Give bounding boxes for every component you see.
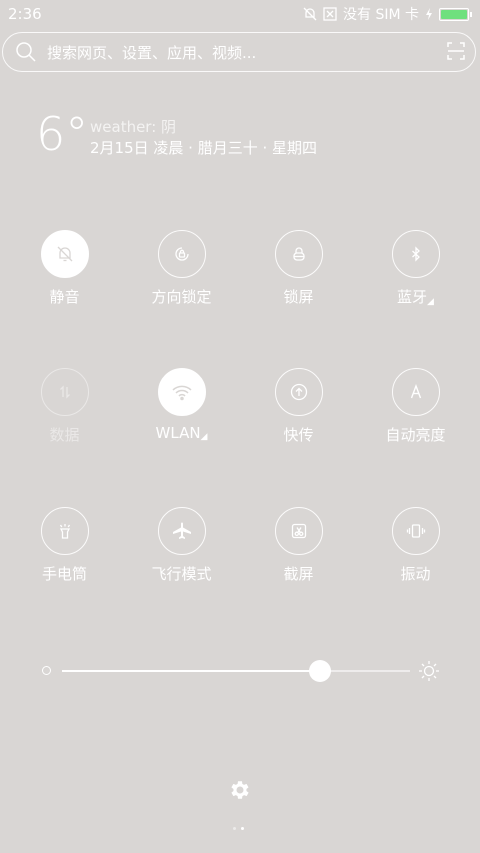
expand-arrow-icon: ◢	[200, 432, 208, 442]
toggle-flashlight[interactable]: 手电筒	[6, 507, 123, 617]
battery-fill	[441, 9, 467, 19]
toggle-label: 数据	[49, 426, 80, 444]
charging-icon	[425, 8, 433, 20]
toggle-label: 飞行模式	[151, 565, 212, 583]
toggle-label: 手电筒	[41, 565, 87, 583]
wifi-icon[interactable]	[157, 368, 206, 416]
quick-transfer-icon[interactable]	[274, 368, 323, 416]
status-time: 2:36	[8, 5, 42, 23]
no-sim-icon	[323, 7, 337, 21]
page-dot	[233, 827, 236, 830]
lock-icon[interactable]	[274, 230, 323, 278]
flashlight-icon[interactable]	[40, 507, 89, 555]
data-icon[interactable]	[40, 368, 89, 416]
weather-date: 2月15日 凌晨 · 腊月三十 · 星期四	[90, 139, 318, 157]
bluetooth-icon[interactable]	[391, 230, 440, 278]
toggle-wifi[interactable]: WLAN◢	[123, 368, 240, 478]
status-bar: 2:36 没有 SIM 卡	[0, 0, 480, 28]
expand-arrow-icon: ◢	[427, 297, 434, 307]
settings-gear-icon[interactable]	[228, 778, 252, 806]
toggle-label: 方向锁定	[151, 288, 212, 306]
brightness-slider[interactable]	[40, 658, 440, 684]
brightness-fill	[62, 670, 320, 672]
status-icons: 没有 SIM 卡	[303, 4, 472, 24]
scan-icon[interactable]	[447, 42, 465, 64]
toggle-label: 快传	[283, 426, 314, 444]
brightness-low-icon	[42, 666, 51, 675]
brightness-high-icon	[418, 660, 440, 686]
toggle-label: 振动	[400, 565, 431, 583]
toggle-airplane[interactable]: 飞行模式	[123, 507, 240, 617]
temperature: 6°	[36, 107, 89, 161]
vibrate-icon[interactable]	[391, 507, 440, 555]
search-icon	[15, 41, 37, 67]
search-bar[interactable]: 搜索网页、设置、应用、视频...	[2, 32, 476, 72]
airplane-icon[interactable]	[157, 507, 206, 555]
toggle-lock[interactable]: 锁屏	[240, 230, 357, 340]
toggle-label: 静音	[49, 288, 80, 306]
brightness-thumb[interactable]	[308, 660, 331, 682]
toggle-auto-brightness[interactable]: 自动亮度	[357, 368, 474, 478]
page-dot	[241, 827, 244, 830]
toggle-vibrate[interactable]: 振动	[357, 507, 474, 617]
rotation-lock-icon[interactable]	[157, 230, 206, 278]
sim-status-text: 没有 SIM 卡	[343, 7, 419, 23]
weather-widget[interactable]: 6° weather: 阴 2月15日 凌晨 · 腊月三十 · 星期四	[36, 107, 317, 161]
toggle-label: 截屏	[283, 565, 314, 583]
silent-bell-icon	[303, 7, 317, 21]
toggle-label: 自动亮度	[385, 426, 446, 444]
battery-icon	[439, 7, 472, 21]
brightness-track[interactable]	[62, 660, 410, 682]
toggle-rotation-lock[interactable]: 方向锁定	[123, 230, 240, 340]
toggle-label: WLAN◢	[155, 424, 208, 442]
page-indicator	[233, 827, 244, 830]
weather-description: weather: 阴	[90, 118, 177, 136]
bell-off-icon[interactable]	[40, 230, 89, 278]
toggle-label: 蓝牙◢	[397, 288, 434, 307]
auto-brightness-icon[interactable]	[391, 368, 440, 416]
toggle-screenshot[interactable]: 截屏	[240, 507, 357, 617]
toggle-bell-off[interactable]: 静音	[6, 230, 123, 340]
screenshot-icon[interactable]	[274, 507, 323, 555]
toggle-label: 锁屏	[283, 288, 314, 306]
search-placeholder: 搜索网页、设置、应用、视频...	[47, 44, 257, 62]
toggle-bluetooth[interactable]: 蓝牙◢	[357, 230, 474, 340]
toggle-quick-transfer[interactable]: 快传	[240, 368, 357, 478]
toggle-data[interactable]: 数据	[6, 368, 123, 478]
